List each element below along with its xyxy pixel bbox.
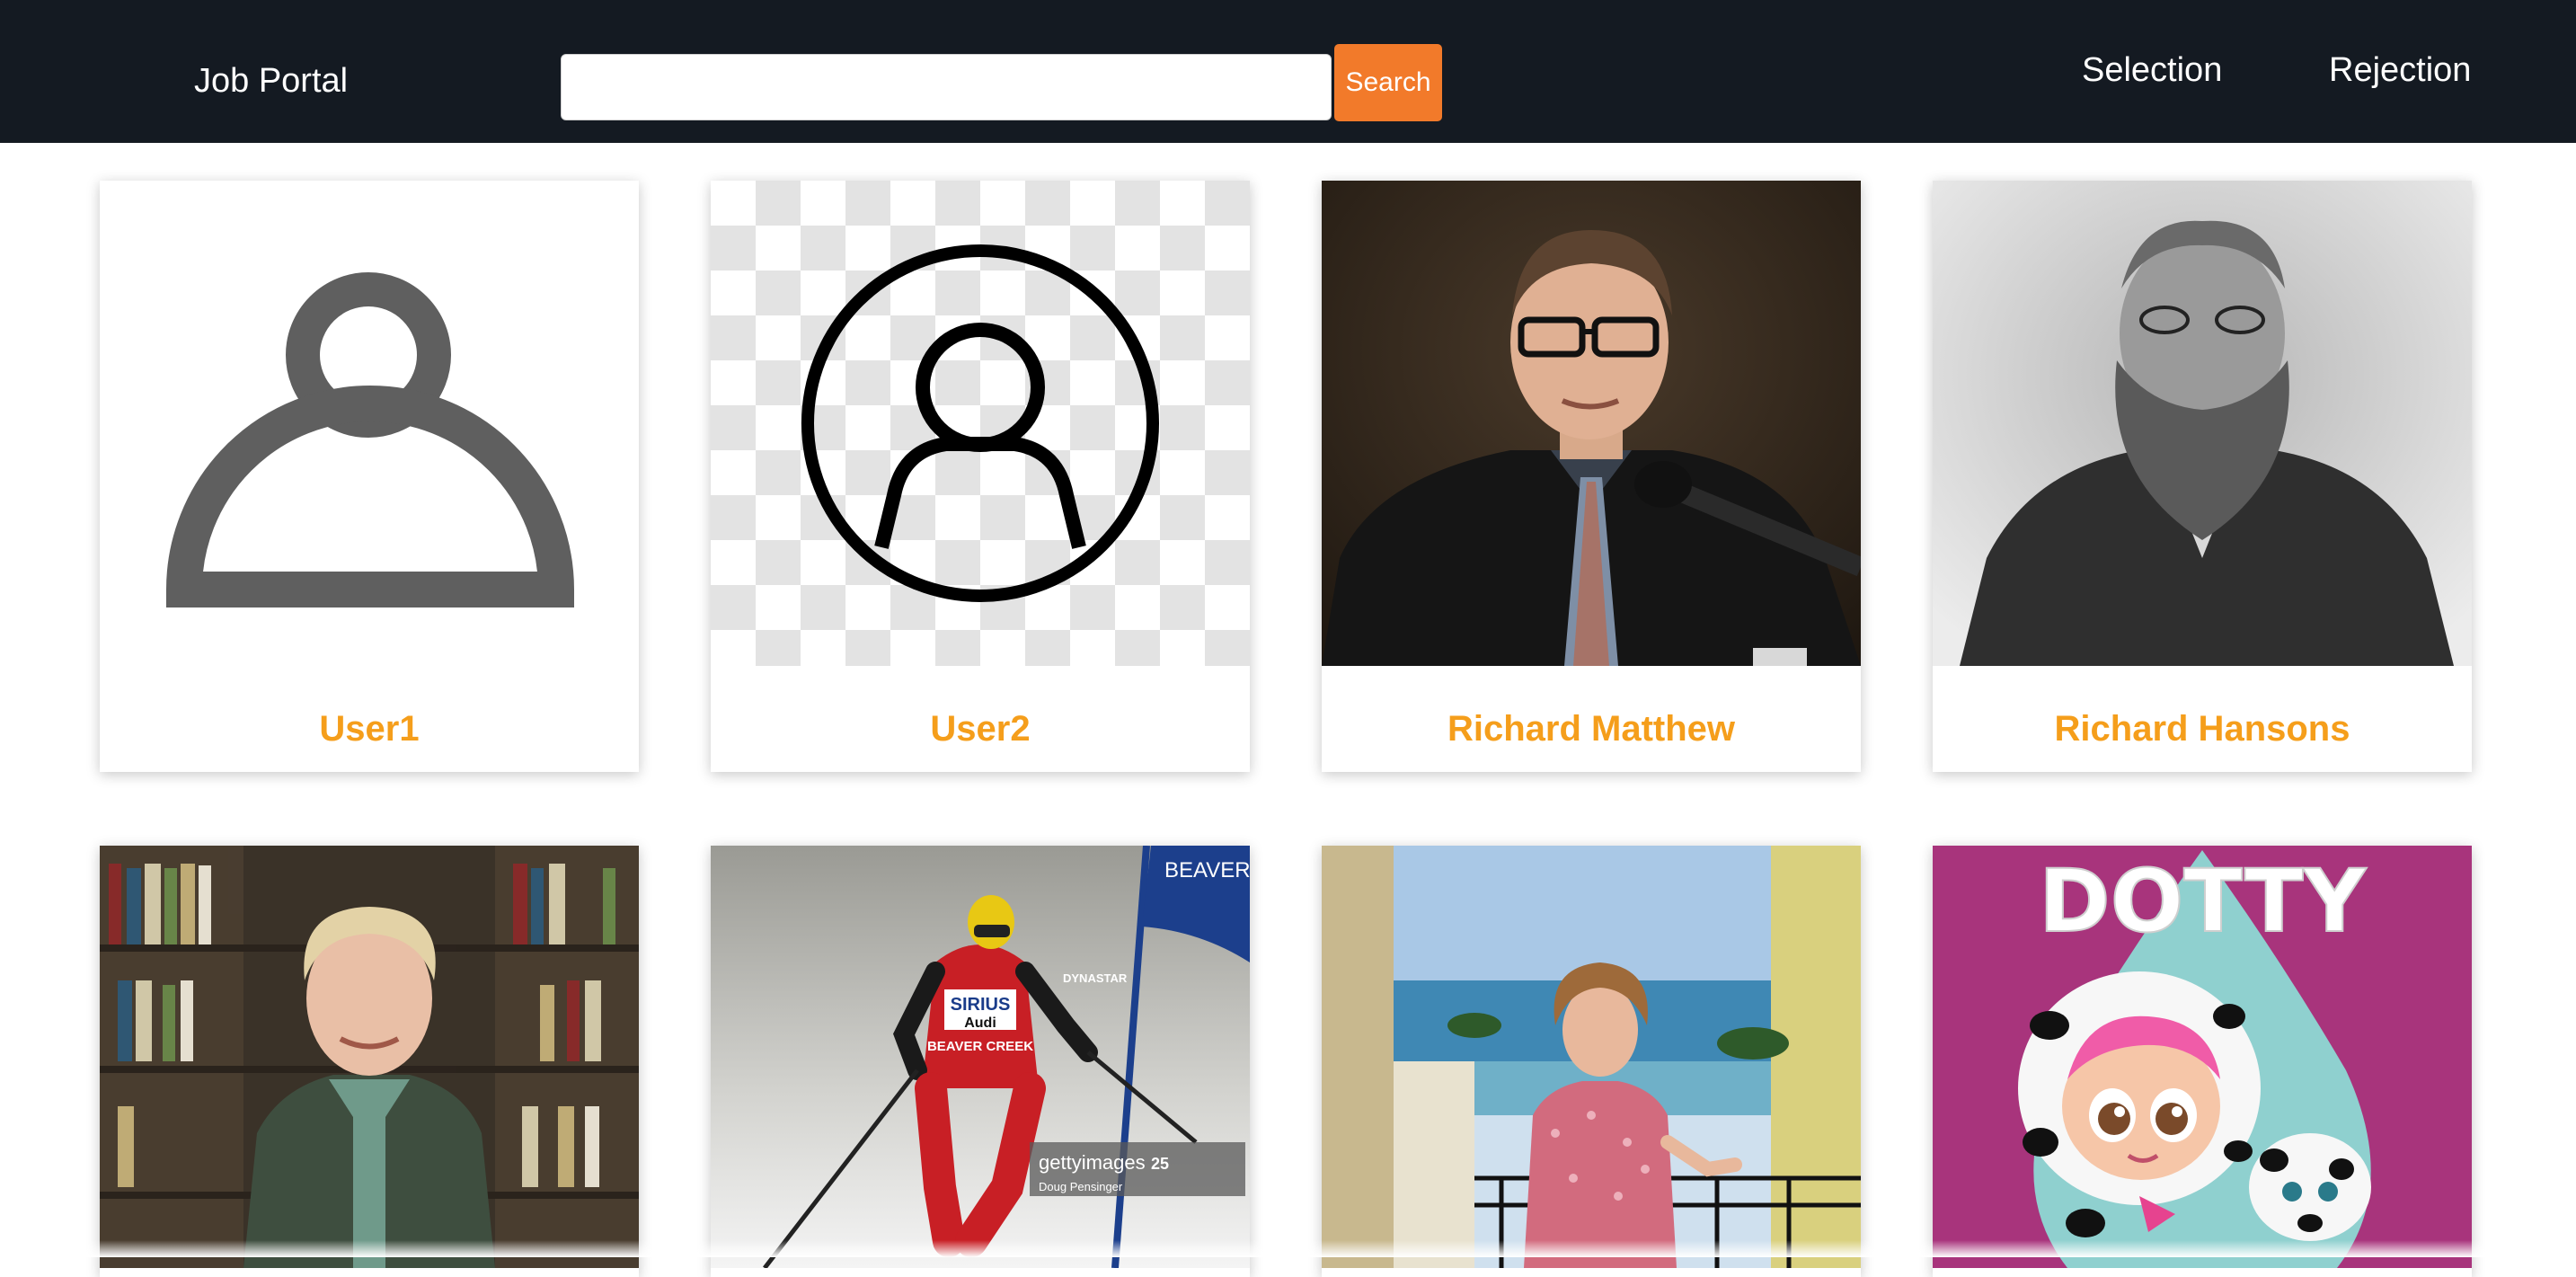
nav-link-selection[interactable]: Selection [2082,47,2222,93]
candidate-card[interactable] [100,846,639,1277]
search-button[interactable]: Search [1334,44,1442,121]
watermark-credit: Doug Pensinger [1039,1180,1123,1193]
avatar-circle-outline-icon [711,181,1250,666]
flag-text: BEAVER CRE [1164,858,1250,882]
search-input[interactable] [561,54,1332,120]
brand-link[interactable]: Job Portal [194,58,348,104]
top-navbar: Job Portal Search Selection Rejection [0,0,2576,143]
candidate-photo [1322,846,1861,1268]
candidate-name[interactable]: Richard Hansons [1933,702,2472,756]
skier-bib-event: BEAVER CREEK [927,1039,1033,1054]
candidate-card[interactable]: Richard Hansons [1933,181,2472,772]
generic-avatar-icon [100,181,639,666]
candidate-name[interactable]: User1 [100,702,639,756]
candidate-name[interactable]: User2 [711,702,1250,756]
candidate-card[interactable]: BEAVER CRE SIRIUS Audi BEAVER CREEK DYNA… [711,846,1250,1277]
watermark-tag: 25 [1151,1155,1169,1173]
candidate-card[interactable]: User2 [711,181,1250,772]
skier-bib-brand: Audi [964,1015,996,1031]
nav-link-rejection[interactable]: Rejection [2329,47,2471,93]
skier-bib-text: SIRIUS [951,995,1011,1015]
candidate-photo: DOTTY [1933,846,2472,1268]
dotty-title: DOTTY [2039,851,2367,952]
skier-helmet-text: DYNASTAR [1063,971,1128,985]
watermark-text: gettyimages [1039,1151,1146,1174]
candidate-photo [100,846,639,1268]
candidate-card[interactable]: DOTTY [1933,846,2472,1277]
candidate-photo: BEAVER CRE SIRIUS Audi BEAVER CREEK DYNA… [711,846,1250,1268]
candidate-photo [1322,181,1861,666]
candidate-card[interactable] [1322,846,1861,1277]
page-bottom-fade [0,1240,2576,1257]
candidate-card[interactable]: Richard Matthew [1322,181,1861,772]
candidate-name[interactable]: Richard Matthew [1322,702,1861,756]
candidate-photo [1933,181,2472,666]
candidate-card[interactable]: User1 [100,181,639,772]
